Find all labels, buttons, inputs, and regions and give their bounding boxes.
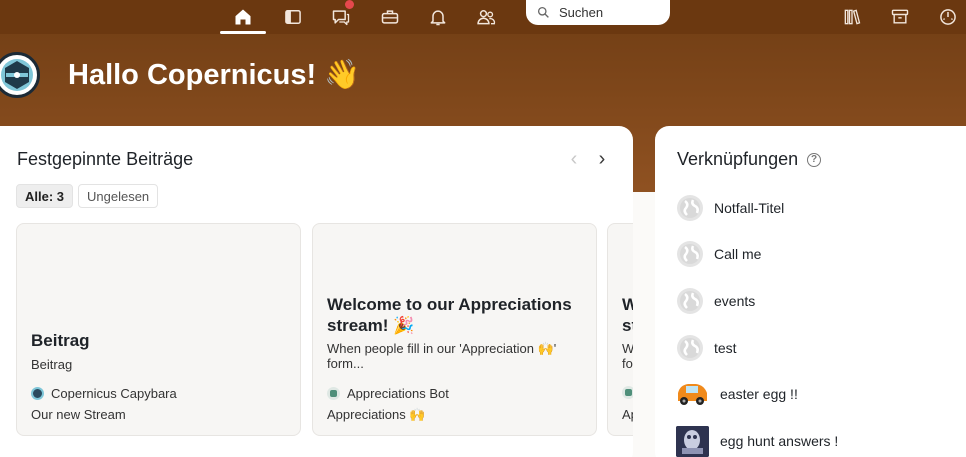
shortcut-label: events xyxy=(714,293,756,309)
shortcut-label: Call me xyxy=(714,246,762,262)
pinned-posts-card: Festgepinnte Beiträge ‹ › Alle: 3 Ungele… xyxy=(0,126,633,457)
globe-icon xyxy=(677,195,703,221)
shortcuts-card: Verknüpfungen ? Notfall-Titel Call me ev… xyxy=(655,126,966,457)
shortcut-label: Notfall-Titel xyxy=(714,200,785,216)
archive-icon xyxy=(891,9,909,24)
previous-arrow-icon[interactable]: ‹ xyxy=(564,148,584,170)
library-button[interactable] xyxy=(829,0,875,34)
shortcut-link[interactable]: Call me xyxy=(677,238,761,270)
user-avatar[interactable] xyxy=(0,52,40,98)
filter-all-button[interactable]: Alle: 3 xyxy=(16,184,74,208)
shortcut-link[interactable]: events xyxy=(677,285,755,317)
pinned-post-card[interactable]: Welcome to our Appreciations stream! 🎉 W… xyxy=(312,223,597,436)
unread-badge xyxy=(345,0,354,9)
post-stream: Appreciations 🙌 xyxy=(327,407,426,422)
post-title: Welcome to our Appreciations stream! 🎉 xyxy=(327,295,572,335)
search-box[interactable]: Suchen xyxy=(526,0,670,25)
search-placeholder: Suchen xyxy=(559,5,604,20)
shortcut-label: egg hunt answers ! xyxy=(720,433,839,449)
filter-unread-button[interactable]: Ungelesen xyxy=(78,184,159,208)
home-nav-button[interactable] xyxy=(220,0,266,34)
globe-icon xyxy=(677,335,703,361)
people-nav-button[interactable] xyxy=(463,0,509,34)
settings-button[interactable] xyxy=(925,0,966,34)
people-icon xyxy=(477,10,496,25)
author-avatar xyxy=(31,387,44,400)
top-navigation-bar: Suchen xyxy=(0,0,966,34)
home-icon xyxy=(235,9,251,25)
help-icon[interactable]: ? xyxy=(807,152,822,167)
bot-avatar xyxy=(327,387,340,400)
shortcut-label: test xyxy=(714,340,737,356)
pinned-post-card[interactable]: Beitrag Beitrag Copernicus Capybara Our … xyxy=(16,223,301,436)
post-description: W fo xyxy=(622,341,633,371)
post-author: Appreciations Bot xyxy=(327,386,449,401)
post-stream: Ap xyxy=(622,407,633,422)
post-author-name: Appreciations Bot xyxy=(347,386,449,401)
globe-icon xyxy=(677,241,703,267)
bell-icon xyxy=(430,10,446,26)
chat-icon xyxy=(332,10,350,26)
post-author-name: Copernicus Capybara xyxy=(51,386,177,401)
archive-button[interactable] xyxy=(877,0,923,34)
post-title: Beitrag xyxy=(31,331,90,350)
streams-nav-button[interactable] xyxy=(270,0,316,34)
search-icon xyxy=(537,6,549,18)
car-icon xyxy=(675,378,709,410)
post-author xyxy=(622,386,633,399)
chat-nav-button[interactable] xyxy=(318,0,364,34)
pinned-posts-title: Festgepinnte Beiträge xyxy=(17,149,194,169)
shortcuts-title: Verknüpfungen ? xyxy=(677,149,822,170)
shortcut-link[interactable]: easter egg !! xyxy=(675,378,798,410)
shortcut-link[interactable]: test xyxy=(677,332,737,364)
toolbox-icon xyxy=(381,10,399,24)
post-title: W st xyxy=(622,295,633,335)
shortcut-link[interactable]: egg hunt answers ! xyxy=(676,425,838,457)
sidebar-panel-icon xyxy=(285,10,301,24)
post-author: Copernicus Capybara xyxy=(31,386,177,401)
pinned-post-card-partial[interactable]: W st W fo Ap xyxy=(607,223,633,436)
library-icon xyxy=(844,9,861,25)
post-description: Beitrag xyxy=(31,357,73,372)
toolbox-nav-button[interactable] xyxy=(367,0,413,34)
post-stream: Our new Stream xyxy=(31,407,126,422)
next-arrow-icon[interactable]: › xyxy=(592,148,612,170)
post-description: When people fill in our 'Appreciation 🙌'… xyxy=(327,341,557,371)
globe-icon xyxy=(677,288,703,314)
bot-avatar xyxy=(622,386,633,399)
shortcuts-title-text: Verknüpfungen xyxy=(677,149,799,169)
greeting-heading: Hallo Copernicus! 👋 xyxy=(68,59,361,91)
image-thumbnail xyxy=(676,425,709,457)
notifications-nav-button[interactable] xyxy=(415,0,461,34)
shortcut-label: easter egg !! xyxy=(720,386,798,402)
copernicus-logo-icon xyxy=(1,59,33,91)
dashboard-icon xyxy=(940,9,956,25)
shortcut-link[interactable]: Notfall-Titel xyxy=(677,192,784,224)
